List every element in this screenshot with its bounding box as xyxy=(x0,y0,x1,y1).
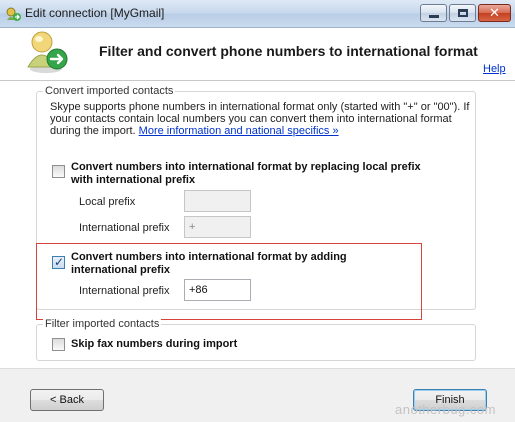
filter-contacts-group: Filter imported contacts Skip fax number… xyxy=(36,318,476,361)
maximize-icon xyxy=(457,9,468,17)
skip-fax-label: Skip fax numbers during import xyxy=(71,338,238,350)
page-title: Filter and convert phone numbers to inte… xyxy=(99,43,478,59)
more-info-link[interactable]: More information and national specifics … xyxy=(139,125,339,137)
header-divider xyxy=(0,80,515,81)
close-icon: ✕ xyxy=(489,5,500,21)
title-bar[interactable]: Edit connection [MyGmail] ✕ xyxy=(0,0,515,28)
app-icon xyxy=(6,7,21,21)
watermark: anotherbug.com xyxy=(395,402,496,417)
dialog-header: Filter and convert phone numbers to inte… xyxy=(0,28,515,80)
user-convert-icon xyxy=(27,31,68,73)
replace-prefix-label: Convert numbers into international forma… xyxy=(71,161,421,186)
local-prefix-label: Local prefix xyxy=(79,196,136,208)
replace-prefix-checkbox[interactable] xyxy=(52,165,65,178)
info-text: Skype supports phone numbers in internat… xyxy=(50,101,470,137)
minimize-button[interactable] xyxy=(420,4,447,22)
local-prefix-input[interactable] xyxy=(184,190,251,212)
intl-prefix-label-disabled: International prefix xyxy=(79,222,170,234)
window-title: Edit connection [MyGmail] xyxy=(25,6,165,20)
maximize-button[interactable] xyxy=(449,4,476,22)
help-link[interactable]: Help xyxy=(483,63,506,75)
highlight-annotation xyxy=(36,243,422,320)
skip-fax-checkbox[interactable] xyxy=(52,338,65,351)
intl-prefix-input-disabled[interactable]: + xyxy=(184,216,251,238)
convert-group-legend: Convert imported contacts xyxy=(43,85,176,97)
minimize-icon xyxy=(428,14,439,18)
back-button[interactable]: < Back xyxy=(30,389,104,411)
filter-group-legend: Filter imported contacts xyxy=(43,318,162,330)
close-button[interactable]: ✕ xyxy=(478,4,511,22)
